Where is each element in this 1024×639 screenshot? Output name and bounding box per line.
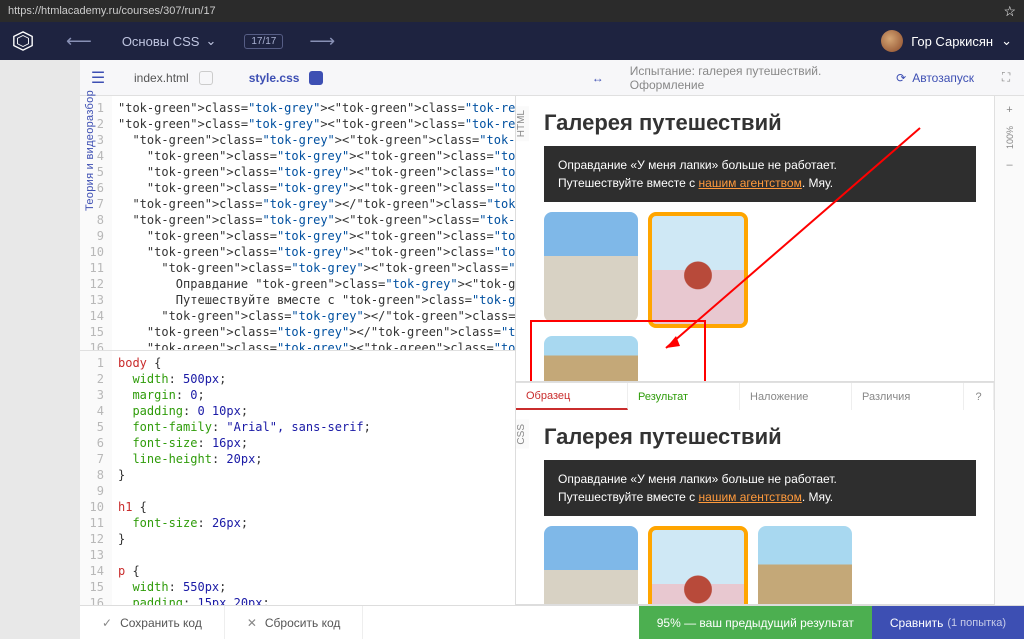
zoom-in-icon[interactable]: +: [1006, 104, 1012, 116]
top-nav: ⟵ Основы CSS ⌄ 17/17 ⟶ Гор Саркисян ⌄: [0, 22, 1024, 60]
banner: Оправдание «У меня лапки» больше не рабо…: [544, 460, 976, 516]
theory-sidebar-label[interactable]: Теория и видеоразбор: [84, 90, 96, 211]
tab-overlay[interactable]: Наложение: [740, 383, 852, 410]
progress-indicator: 17/17: [244, 34, 283, 49]
tab-diff[interactable]: Различия: [852, 383, 964, 410]
bookmark-star-icon[interactable]: ☆: [1003, 3, 1016, 20]
zoom-level[interactable]: 100%: [1005, 126, 1015, 149]
autorun-toggle[interactable]: ⟳ Автозапуск: [882, 60, 988, 95]
zoom-out-icon[interactable]: –: [1006, 159, 1012, 171]
avatar: [881, 30, 903, 52]
tab-result[interactable]: Результат: [628, 383, 740, 410]
tab-style-css[interactable]: style.css: [231, 60, 342, 95]
nav-prev-icon[interactable]: ⟵: [52, 31, 106, 52]
thumb-greece: [544, 212, 638, 322]
tab-badge-icon: [199, 71, 213, 85]
tabs-row: ☰ index.html style.css ↔ Испытание: гале…: [80, 60, 1024, 96]
check-icon: ✓: [102, 616, 112, 630]
tab-badge-icon: [309, 71, 323, 85]
close-icon: ✕: [247, 616, 257, 630]
tab-index-html[interactable]: index.html: [116, 60, 231, 95]
refresh-icon: ⟳: [896, 71, 906, 85]
tab-help[interactable]: ?: [964, 383, 994, 410]
user-menu[interactable]: Гор Саркисян ⌄: [881, 30, 1012, 52]
sample-preview: HTML Галерея путешествий Оправдание «У м…: [516, 96, 994, 382]
browser-address-bar: https://htmlacademy.ru/courses/307/run/1…: [0, 0, 1024, 22]
reset-button[interactable]: ✕ Сбросить код: [225, 606, 364, 639]
zoom-rail: + 100% –: [994, 96, 1024, 605]
chevron-down-icon: ⌄: [1001, 33, 1012, 49]
html-code-pane[interactable]: 123456789101112131415161718 "tok-green">…: [80, 96, 515, 350]
site-logo-icon[interactable]: [12, 30, 34, 52]
bottom-bar: ✓ Сохранить код ✕ Сбросить код 95% — ваш…: [80, 605, 1024, 639]
page-title: Галерея путешествий: [544, 424, 976, 450]
course-title[interactable]: Основы CSS ⌄: [106, 33, 233, 49]
gallery: [544, 526, 976, 605]
thumb-turkey: [758, 526, 852, 605]
tab-sample[interactable]: Образец: [516, 383, 628, 410]
left-gutter: [0, 60, 80, 639]
editor-column: 123456789101112131415161718 "tok-green">…: [80, 96, 516, 605]
preview-column: HTML Галерея путешествий Оправдание «У м…: [516, 96, 994, 605]
thumb-greece: [544, 526, 638, 605]
breadcrumb: Испытание: галерея путешествий. Оформлен…: [616, 60, 882, 95]
compare-button[interactable]: Сравнить (1 попытка): [872, 606, 1024, 639]
thumb-japan: [648, 526, 748, 605]
css-vertical-label: CSS: [516, 420, 529, 449]
result-preview: CSS Галерея путешествий Оправдание «У ме…: [516, 410, 994, 605]
save-button[interactable]: ✓ Сохранить код: [80, 606, 225, 639]
css-code-pane[interactable]: 12345678910111213141516171819202122 body…: [80, 351, 515, 605]
split-toggle-icon[interactable]: ↔: [580, 60, 616, 95]
fullscreen-icon[interactable]: ⛶: [988, 60, 1024, 95]
annotation-arrow-icon: [662, 126, 922, 352]
agency-link[interactable]: нашим агентством: [699, 490, 802, 504]
compare-tabs: Образец Результат Наложение Различия ?: [516, 382, 994, 410]
score-display: 95% — ваш предыдущий результат: [639, 606, 872, 639]
url-text: https://htmlacademy.ru/courses/307/run/1…: [8, 5, 1003, 17]
nav-next-icon[interactable]: ⟶: [295, 31, 349, 52]
chevron-down-icon: ⌄: [205, 33, 216, 49]
html-vertical-label: HTML: [516, 106, 529, 141]
